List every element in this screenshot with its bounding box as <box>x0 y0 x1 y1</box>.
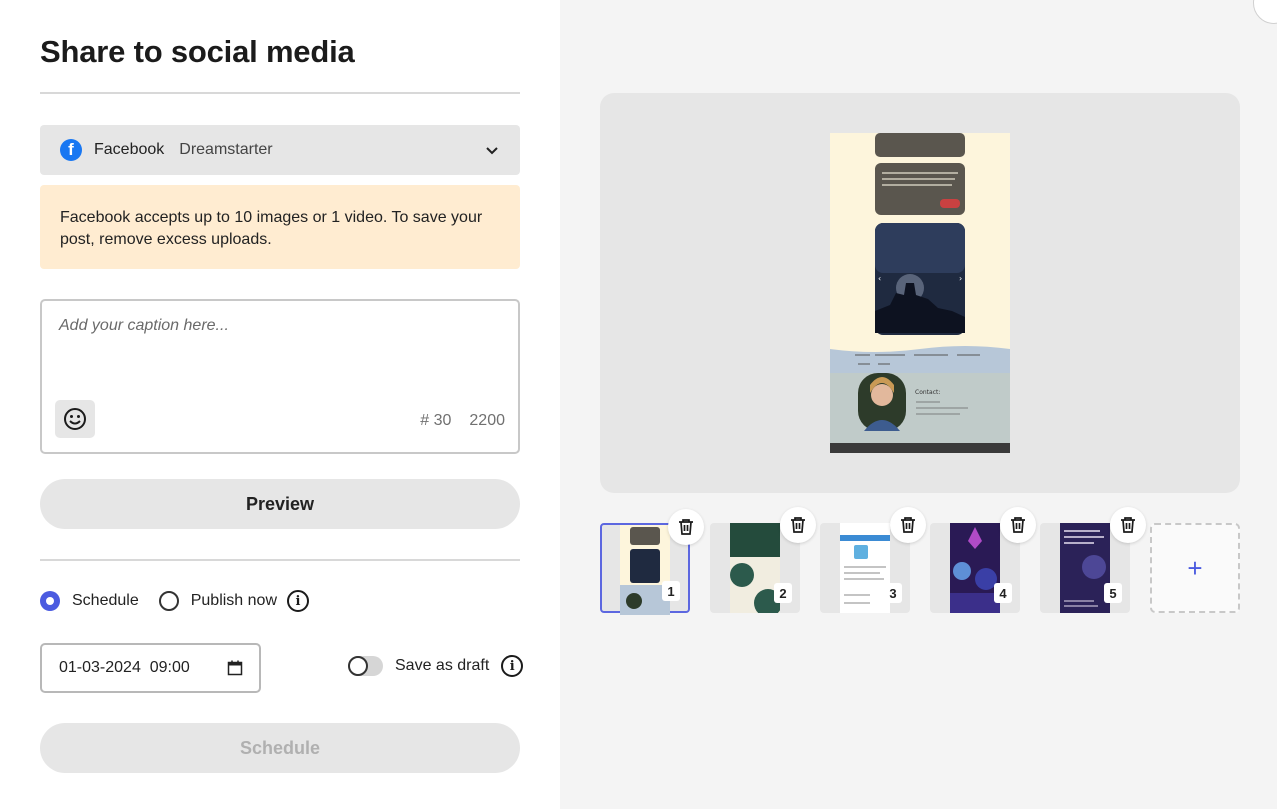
trash-icon <box>679 519 693 535</box>
account-selector[interactable]: f Facebook Dreamstarter <box>40 125 520 175</box>
delete-button[interactable] <box>890 507 926 543</box>
trash-icon <box>791 517 805 533</box>
thumbnail-number: 2 <box>774 583 792 603</box>
info-icon[interactable]: i <box>501 655 524 677</box>
caption-input[interactable] <box>57 315 501 389</box>
trash-icon <box>1121 517 1135 533</box>
publish-now-radio[interactable] <box>158 591 179 611</box>
thumbnail-image <box>1060 523 1110 613</box>
upload-limit-warning: Facebook accepts up to 10 images or 1 vi… <box>40 185 520 269</box>
calendar-icon[interactable] <box>227 660 243 676</box>
thumbnail-1[interactable]: 1 <box>600 509 704 615</box>
schedule-button[interactable]: Schedule <box>40 723 520 773</box>
thumbnail-image <box>730 523 780 613</box>
media-preview: ‹ › Contact: <box>600 93 1240 493</box>
section-divider <box>40 559 520 561</box>
hashtag-count: # 30 <box>420 412 452 429</box>
thumbnail-number: 4 <box>994 583 1012 603</box>
caption-field: # 30 2200 <box>40 299 520 454</box>
save-draft-toggle[interactable] <box>348 656 383 676</box>
datetime-input[interactable]: 01-03-2024 09:00 <box>40 643 261 693</box>
facebook-icon: f <box>60 139 82 161</box>
chevron-down-icon <box>486 147 498 155</box>
thumbnail-2[interactable]: 2 <box>710 507 816 613</box>
thumbnail-5[interactable]: 5 <box>1040 507 1146 613</box>
close-button-edge[interactable] <box>1253 0 1277 24</box>
title-divider <box>40 92 520 94</box>
character-limit: 2200 <box>469 412 505 429</box>
trash-icon <box>901 517 915 533</box>
delete-button[interactable] <box>1000 507 1036 543</box>
dialog-title: Share to social media <box>40 34 355 69</box>
thumbnail-3[interactable]: 3 <box>820 507 926 613</box>
account-platform: Facebook <box>94 141 165 158</box>
thumbnail-image <box>950 523 1000 613</box>
smiley-icon <box>64 408 86 430</box>
publish-options: Schedule Publish now i <box>40 590 309 612</box>
info-icon[interactable]: i <box>287 590 309 612</box>
save-draft-label: Save as draft <box>395 657 490 674</box>
share-form-panel: Share to social media f Facebook Dreamst… <box>0 0 560 809</box>
caption-counters: # 30 2200 <box>420 412 505 430</box>
thumbnail-image <box>840 523 890 613</box>
preview-image: ‹ › Contact: <box>830 133 1010 453</box>
account-name: Dreamstarter <box>179 141 273 158</box>
delete-button[interactable] <box>668 509 704 545</box>
preview-button[interactable]: Preview <box>40 479 520 529</box>
datetime-value: 01-03-2024 09:00 <box>59 659 190 676</box>
publish-now-label: Publish now <box>190 592 277 609</box>
thumbnail-4[interactable]: 4 <box>930 507 1036 613</box>
save-draft-option: Save as draft i <box>348 655 524 677</box>
delete-button[interactable] <box>780 507 816 543</box>
svg-text:Contact:: Contact: <box>915 389 940 396</box>
schedule-radio[interactable] <box>40 591 60 611</box>
add-media-button[interactable]: + <box>1150 523 1240 613</box>
trash-icon <box>1011 517 1025 533</box>
emoji-button[interactable] <box>55 400 95 438</box>
thumbnail-number: 3 <box>884 583 902 603</box>
media-preview-panel: ‹ › Contact: 1 2 3 4 5 + <box>560 0 1277 809</box>
svg-text:›: › <box>959 274 962 283</box>
delete-button[interactable] <box>1110 507 1146 543</box>
warning-text: Facebook accepts up to 10 images or 1 vi… <box>60 209 483 248</box>
schedule-radio-label: Schedule <box>72 592 139 609</box>
thumbnail-image <box>620 525 670 615</box>
thumbnail-number: 1 <box>662 581 680 601</box>
thumbnail-number: 5 <box>1104 583 1122 603</box>
svg-text:‹: ‹ <box>878 274 881 283</box>
